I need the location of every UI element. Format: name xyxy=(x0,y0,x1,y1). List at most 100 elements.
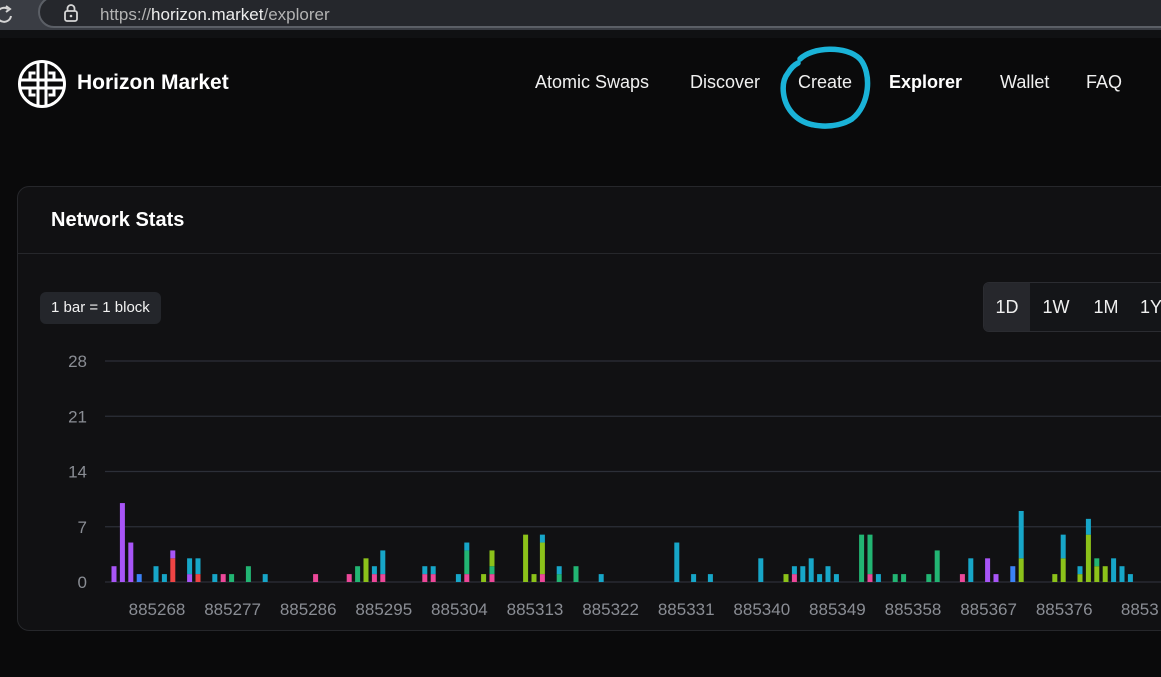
block-bar-segment[interactable] xyxy=(170,550,176,559)
block-bar-segment[interactable] xyxy=(833,574,839,582)
block-bar-segment[interactable] xyxy=(161,574,167,582)
url-field[interactable]: https://horizon.market/explorer xyxy=(38,0,1161,28)
block-bar-segment[interactable] xyxy=(800,566,806,582)
brand-name[interactable]: Horizon Market xyxy=(77,71,229,95)
block-bar-segment[interactable] xyxy=(598,574,604,582)
block-bar-segment[interactable] xyxy=(128,542,134,582)
block-bar-segment[interactable] xyxy=(817,574,823,582)
block-bar-segment[interactable] xyxy=(523,534,529,582)
nav-discover[interactable]: Discover xyxy=(690,72,760,93)
block-bar-segment[interactable] xyxy=(187,574,193,582)
block-bar-segment[interactable] xyxy=(111,566,117,582)
nav-explorer[interactable]: Explorer xyxy=(889,72,962,93)
block-bar-segment[interactable] xyxy=(758,558,764,582)
block-bar-segment[interactable] xyxy=(934,550,940,582)
block-bar-segment[interactable] xyxy=(791,566,797,575)
block-bar-segment[interactable] xyxy=(422,574,428,582)
block-bar-segment[interactable] xyxy=(1010,566,1016,582)
block-bar-segment[interactable] xyxy=(1094,566,1100,582)
block-bar-segment[interactable] xyxy=(926,574,932,582)
block-bar-segment[interactable] xyxy=(430,574,436,582)
block-bar-segment[interactable] xyxy=(867,574,873,582)
block-bar-segment[interactable] xyxy=(556,574,562,582)
block-bar-segment[interactable] xyxy=(371,566,377,575)
block-bar-segment[interactable] xyxy=(539,534,545,543)
block-bar-segment[interactable] xyxy=(1119,566,1125,582)
block-bar-segment[interactable] xyxy=(229,574,235,582)
block-bar-segment[interactable] xyxy=(346,574,352,582)
block-bar-segment[interactable] xyxy=(859,534,865,582)
block-bar-segment[interactable] xyxy=(489,550,495,567)
brand-logo-icon[interactable] xyxy=(17,59,67,109)
y-tick-label: 28 xyxy=(68,352,87,371)
y-tick-label: 0 xyxy=(78,573,87,592)
block-bar-segment[interactable] xyxy=(1111,558,1117,582)
block-bar-segment[interactable] xyxy=(1018,510,1024,559)
x-tick-label: 885331 xyxy=(658,600,715,619)
block-bar-segment[interactable] xyxy=(531,574,537,582)
block-bar-segment[interactable] xyxy=(136,574,142,582)
block-bar-segment[interactable] xyxy=(674,542,680,582)
annotation-circle-mark xyxy=(780,46,871,129)
block-bar-segment[interactable] xyxy=(489,566,495,575)
block-bar-segment[interactable] xyxy=(1060,558,1066,582)
block-bar-segment[interactable] xyxy=(808,558,814,582)
block-bar-segment[interactable] xyxy=(539,574,545,582)
lock-icon[interactable] xyxy=(63,3,79,23)
block-bar-segment[interactable] xyxy=(153,566,159,582)
block-bar-segment[interactable] xyxy=(380,574,386,582)
block-bar-segment[interactable] xyxy=(901,574,907,582)
block-bar-segment[interactable] xyxy=(1052,574,1058,582)
block-bar-segment[interactable] xyxy=(1018,558,1024,582)
block-bar-segment[interactable] xyxy=(892,574,898,582)
block-bar-segment[interactable] xyxy=(455,574,461,582)
block-bar-segment[interactable] xyxy=(1094,558,1100,567)
block-bar-segment[interactable] xyxy=(783,574,789,582)
block-bar-segment[interactable] xyxy=(1085,534,1091,582)
nav-faq[interactable]: FAQ xyxy=(1086,72,1122,93)
block-bar-segment[interactable] xyxy=(875,574,881,582)
block-bar-segment[interactable] xyxy=(1102,566,1108,582)
block-bar-segment[interactable] xyxy=(959,574,965,582)
block-bar-segment[interactable] xyxy=(489,574,495,582)
block-bar-segment[interactable] xyxy=(119,503,125,582)
block-bar-segment[interactable] xyxy=(380,550,386,575)
block-bar-segment[interactable] xyxy=(195,558,201,575)
block-bar-segment[interactable] xyxy=(573,566,579,582)
block-bar-segment[interactable] xyxy=(363,558,369,582)
block-bar-segment[interactable] xyxy=(791,574,797,582)
block-bar-segment[interactable] xyxy=(985,558,991,582)
reload-icon[interactable] xyxy=(0,4,16,26)
block-bar-segment[interactable] xyxy=(262,574,268,582)
block-bar-segment[interactable] xyxy=(1077,574,1083,582)
block-bar-segment[interactable] xyxy=(422,566,428,575)
block-bar-segment[interactable] xyxy=(539,542,545,575)
block-bar-segment[interactable] xyxy=(464,574,470,582)
block-bar-segment[interactable] xyxy=(170,558,176,582)
block-bar-segment[interactable] xyxy=(195,574,201,582)
block-bar-segment[interactable] xyxy=(1077,566,1083,575)
block-bar-segment[interactable] xyxy=(355,566,361,582)
nav-wallet[interactable]: Wallet xyxy=(1000,72,1049,93)
block-bar-segment[interactable] xyxy=(707,574,713,582)
block-bar-segment[interactable] xyxy=(187,558,193,575)
block-bar-segment[interactable] xyxy=(220,574,226,582)
block-bar-segment[interactable] xyxy=(993,574,999,582)
block-bar-segment[interactable] xyxy=(481,574,487,582)
block-bar-segment[interactable] xyxy=(556,566,562,575)
block-bar-segment[interactable] xyxy=(825,566,831,582)
block-bar-segment[interactable] xyxy=(212,574,218,582)
block-bar-segment[interactable] xyxy=(691,574,697,582)
block-bar-segment[interactable] xyxy=(968,558,974,582)
block-bar-segment[interactable] xyxy=(867,534,873,575)
block-bar-segment[interactable] xyxy=(430,566,436,575)
nav-atomic-swaps[interactable]: Atomic Swaps xyxy=(535,72,649,93)
block-bar-segment[interactable] xyxy=(313,574,319,582)
block-bar-segment[interactable] xyxy=(464,542,470,551)
block-bar-segment[interactable] xyxy=(371,574,377,582)
block-bar-segment[interactable] xyxy=(1127,574,1133,582)
block-bar-segment[interactable] xyxy=(464,550,470,575)
block-bar-segment[interactable] xyxy=(1085,518,1091,535)
block-bar-segment[interactable] xyxy=(245,566,251,582)
block-bar-segment[interactable] xyxy=(1060,534,1066,559)
